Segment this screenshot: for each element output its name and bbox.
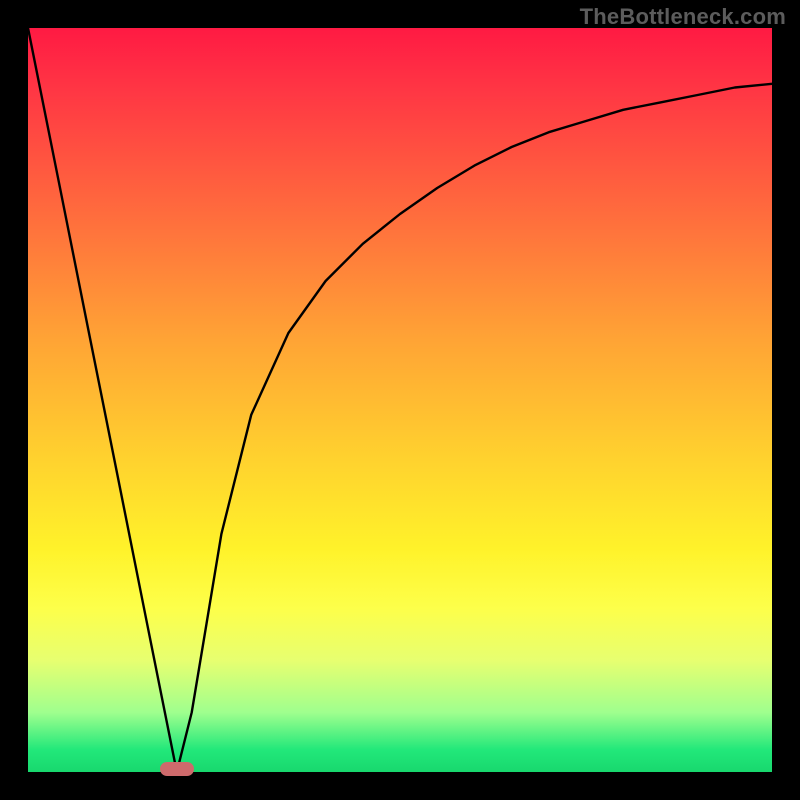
chart-plot-area (28, 28, 772, 772)
chart-frame: TheBottleneck.com (0, 0, 800, 800)
watermark-text: TheBottleneck.com (580, 4, 786, 30)
bottleneck-curve (28, 28, 772, 772)
optimal-point-marker (160, 762, 194, 776)
